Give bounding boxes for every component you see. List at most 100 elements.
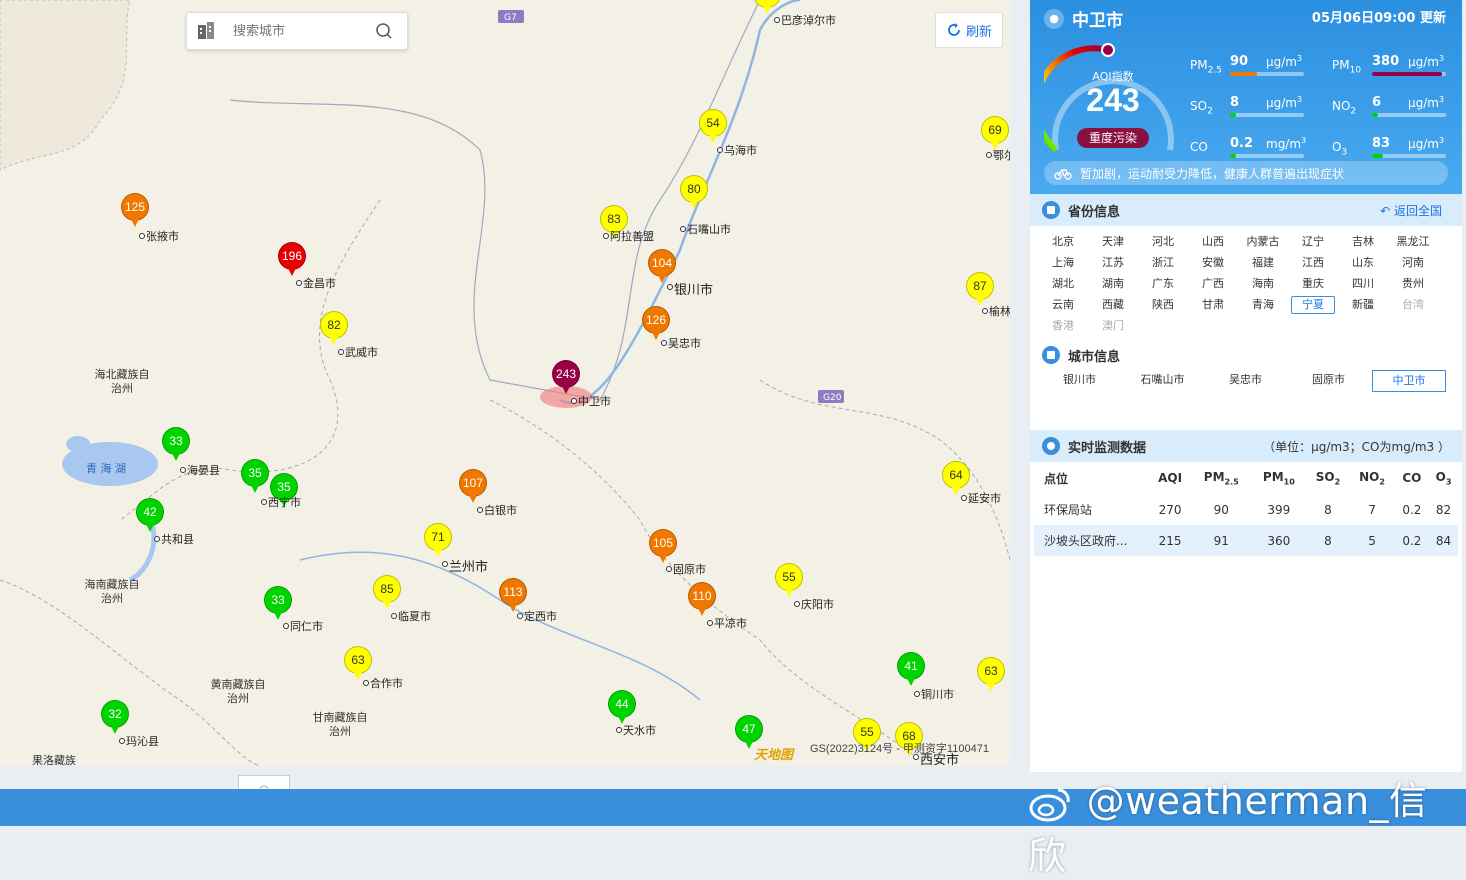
- map-view[interactable]: G7 G20 海北藏族自治州 海南藏族自治州 黄南藏族自治州 甘南藏族自治州 果…: [0, 0, 1010, 766]
- station-marker[interactable]: 85: [373, 575, 401, 609]
- search-box[interactable]: [186, 12, 408, 50]
- province-item[interactable]: 台湾: [1388, 295, 1438, 315]
- province-item[interactable]: 云南: [1038, 295, 1088, 315]
- station-marker[interactable]: 107: [459, 469, 487, 503]
- city-label: 同仁市: [283, 620, 323, 633]
- back-to-national-button[interactable]: ↶ 返回全国: [1380, 202, 1442, 219]
- province-item[interactable]: 陕西: [1138, 295, 1188, 315]
- city-item[interactable]: 吴忠市: [1204, 370, 1287, 390]
- city-label: 合作市: [363, 677, 403, 690]
- pollutant-reading: NO2 6 μg/m3: [1332, 91, 1450, 127]
- aqi-value: 243: [1086, 82, 1140, 118]
- province-item[interactable]: 安徽: [1188, 253, 1238, 273]
- province-item[interactable]: 辽宁: [1288, 232, 1338, 252]
- city-label: 吴忠市: [661, 337, 701, 350]
- province-item[interactable]: 香港: [1038, 316, 1088, 336]
- search-icon[interactable]: [375, 22, 393, 40]
- station-marker[interactable]: 243: [552, 360, 580, 394]
- province-item[interactable]: 青海: [1238, 295, 1288, 315]
- station-marker[interactable]: 63: [344, 646, 372, 680]
- province-item[interactable]: 山东: [1338, 253, 1388, 273]
- station-marker[interactable]: 41: [897, 652, 925, 686]
- province-item[interactable]: 宁夏: [1291, 296, 1335, 314]
- city-label: 海晏县: [180, 464, 220, 477]
- station-marker[interactable]: 35: [241, 459, 269, 493]
- refresh-button[interactable]: 刷新: [935, 12, 1003, 48]
- pollutant-name: PM10: [1332, 58, 1362, 76]
- station-marker[interactable]: 33: [162, 427, 190, 461]
- aqi-gauge: AQI指数 243 重度污染: [1033, 40, 1182, 158]
- station-marker[interactable]: 110: [688, 582, 716, 616]
- province-item[interactable]: 浙江: [1138, 253, 1188, 273]
- station-marker[interactable]: 196: [278, 242, 306, 276]
- province-item[interactable]: 山西: [1188, 232, 1238, 252]
- province-item[interactable]: 海南: [1238, 274, 1288, 294]
- province-item[interactable]: 重庆: [1288, 274, 1338, 294]
- station-marker[interactable]: 32: [101, 700, 129, 734]
- table-cell: 82: [1435, 502, 1452, 517]
- station-marker[interactable]: 126: [642, 306, 670, 340]
- province-item[interactable]: 西藏: [1088, 295, 1138, 315]
- city-item[interactable]: 中卫市: [1372, 370, 1446, 392]
- station-marker[interactable]: 105: [649, 529, 677, 563]
- province-item[interactable]: 贵州: [1388, 274, 1438, 294]
- city-item[interactable]: 固原市: [1287, 370, 1370, 390]
- table-cell: 5: [1349, 525, 1395, 556]
- province-item[interactable]: 河北: [1138, 232, 1188, 252]
- station-marker[interactable]: 69: [981, 116, 1009, 150]
- table-row[interactable]: 环保局站 270 90 399 8 7 0.2 82: [1034, 494, 1458, 525]
- station-marker[interactable]: 113: [499, 578, 527, 612]
- province-item[interactable]: 北京: [1038, 232, 1088, 252]
- collapse-tab[interactable]: ︿: [238, 775, 290, 791]
- province-item[interactable]: 河南: [1388, 253, 1438, 273]
- unit-note: （单位：μg/m3；CO为mg/m3 ）: [1263, 439, 1450, 454]
- table-row[interactable]: 沙坡头区政府... 215 91 360 8 5 0.2 84: [1034, 525, 1458, 556]
- province-item[interactable]: 广东: [1138, 274, 1188, 294]
- weibo-logo-icon: [1029, 787, 1070, 821]
- city-section-title: 城市信息: [1068, 349, 1121, 365]
- province-item[interactable]: 湖北: [1038, 274, 1088, 294]
- station-marker[interactable]: 42: [136, 498, 164, 532]
- city-label: 铜川市: [914, 688, 954, 701]
- province-item[interactable]: 吉林: [1338, 232, 1388, 252]
- station-marker[interactable]: 125: [121, 193, 149, 227]
- city-label: 西宁市: [261, 496, 301, 509]
- table-cell: 沙坡头区政府...: [1034, 525, 1149, 556]
- province-item[interactable]: 江苏: [1088, 253, 1138, 273]
- station-marker[interactable]: 80: [680, 175, 708, 209]
- station-marker[interactable]: 87: [966, 272, 994, 306]
- location: ● 中卫市: [1044, 6, 1123, 31]
- station-marker[interactable]: [753, 0, 781, 14]
- pollutant-unit: μg/m3: [1408, 136, 1445, 151]
- province-item[interactable]: 天津: [1088, 232, 1138, 252]
- city-item[interactable]: 银川市: [1038, 370, 1121, 390]
- table-cell: 8: [1324, 502, 1332, 517]
- province-item[interactable]: 黑龙江: [1388, 232, 1438, 252]
- station-marker[interactable]: 44: [608, 690, 636, 724]
- station-marker[interactable]: 71: [424, 523, 452, 557]
- province-item[interactable]: 新疆: [1338, 295, 1388, 315]
- station-marker[interactable]: 64: [942, 461, 970, 495]
- station-marker[interactable]: 55: [775, 563, 803, 597]
- province-item[interactable]: 内蒙古: [1238, 232, 1288, 252]
- province-item[interactable]: 四川: [1338, 274, 1388, 294]
- table-cell: 7: [1368, 502, 1376, 517]
- station-marker[interactable]: 63: [977, 657, 1005, 691]
- province-item[interactable]: 澳门: [1088, 316, 1138, 336]
- region-label: 海南藏族自治州: [84, 578, 140, 605]
- city-item[interactable]: 石嘴山市: [1121, 370, 1204, 390]
- province-section-header: 省份信息 ↶ 返回全国: [1030, 194, 1462, 226]
- province-item[interactable]: 福建: [1238, 253, 1288, 273]
- pollutant-level-bar: [1372, 113, 1446, 117]
- province-item[interactable]: 江西: [1288, 253, 1338, 273]
- province-item[interactable]: 甘肃: [1188, 295, 1238, 315]
- province-item[interactable]: 湖南: [1088, 274, 1138, 294]
- station-marker[interactable]: 82: [320, 311, 348, 345]
- station-marker[interactable]: 104: [648, 249, 676, 283]
- search-input[interactable]: [231, 22, 375, 40]
- pollutant-name: SO2: [1190, 99, 1213, 117]
- station-marker[interactable]: 33: [264, 586, 292, 620]
- station-marker[interactable]: 54: [699, 109, 727, 143]
- province-item[interactable]: 广西: [1188, 274, 1238, 294]
- province-item[interactable]: 上海: [1038, 253, 1088, 273]
